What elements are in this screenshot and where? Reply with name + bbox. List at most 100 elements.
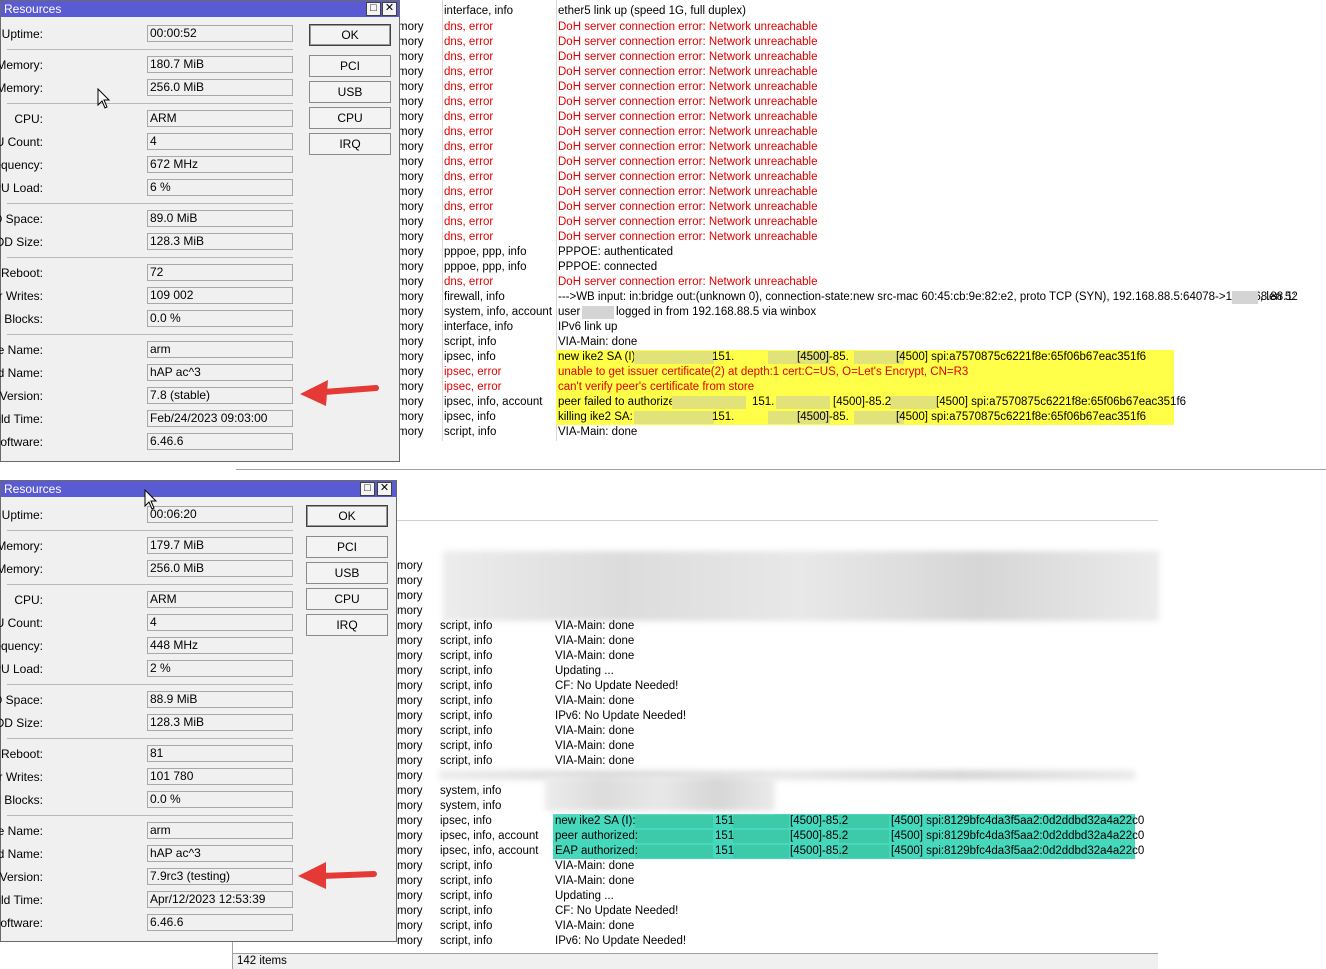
section-divider xyxy=(7,257,293,258)
resource-field-row: CPU: ARM xyxy=(1,591,301,609)
field-label: CPU Load: xyxy=(0,181,43,195)
log-message: Updating ... xyxy=(555,665,614,677)
log-topic: dns, error xyxy=(444,51,494,63)
log-message: DoH server connection error: Network unr… xyxy=(558,51,818,63)
field-value[interactable]: 4 xyxy=(147,614,293,631)
maximize-icon[interactable]: □ xyxy=(366,2,381,16)
field-value[interactable]: 6.46.6 xyxy=(147,914,293,931)
field-value[interactable]: 6 % xyxy=(147,179,293,196)
field-value[interactable]: 81 xyxy=(147,745,293,762)
field-value[interactable]: ARM xyxy=(147,110,293,127)
log-message-part: 151 xyxy=(715,815,735,827)
log-message-part: logged in from 192.168.88.5 via winbox xyxy=(616,306,817,318)
field-value[interactable]: 7.8 (stable) xyxy=(147,387,293,404)
log-source: mory xyxy=(397,755,423,767)
field-value[interactable]: 4 xyxy=(147,133,293,150)
field-value[interactable]: hAP ac^3 xyxy=(147,364,293,381)
field-value[interactable]: 101 780 xyxy=(147,768,293,785)
mouse-cursor-icon xyxy=(144,489,158,510)
log-message: peer failed to authorize: xyxy=(558,396,679,408)
field-value[interactable]: 448 MHz xyxy=(147,637,293,654)
field-label: Free HDD Space: xyxy=(0,212,43,226)
redacted-text xyxy=(634,411,714,424)
log-topic: script, info xyxy=(440,875,493,887)
field-label: CPU Count: xyxy=(0,135,43,149)
field-value[interactable]: 256.0 MiB xyxy=(147,79,293,96)
log-topic: firewall, info xyxy=(444,291,505,303)
field-value[interactable]: 672 MHz xyxy=(147,156,293,173)
resource-field-row: Sector Writes Since Reboot: 81 xyxy=(0,745,301,763)
field-value[interactable]: 89.0 MiB xyxy=(147,210,293,227)
field-value[interactable]: arm xyxy=(147,341,293,358)
log-topic: ipsec, info, account xyxy=(440,830,539,842)
field-value[interactable]: 256.0 MiB xyxy=(147,560,293,577)
field-value[interactable]: ARM xyxy=(147,591,293,608)
resource-field-row: CPU Frequency: 672 MHz xyxy=(0,156,301,174)
log-source: mory xyxy=(398,96,424,108)
field-value[interactable]: 88.9 MiB xyxy=(147,691,293,708)
resource-field-row: CPU Count: 4 xyxy=(0,133,301,151)
ok-button[interactable]: OK xyxy=(306,505,388,527)
log-source: mory xyxy=(398,126,424,138)
field-value[interactable]: 00:00:52 xyxy=(147,25,293,42)
resource-field-row: Uptime: 00:00:52 xyxy=(1,25,301,43)
resource-field-row: Board Name: hAP ac^3 xyxy=(0,364,301,382)
section-divider xyxy=(7,203,293,204)
field-value[interactable]: 00:06:20 xyxy=(147,506,293,523)
field-value[interactable]: 72 xyxy=(147,264,293,281)
field-value[interactable]: 109 002 xyxy=(147,287,293,304)
log-message-part: [4500] spi:8129bfc4da3f5aa2:0d2ddbd32a4a… xyxy=(891,815,1145,827)
cpu-button[interactable]: CPU xyxy=(306,588,388,610)
log-message: EAP authorized: xyxy=(555,845,638,857)
log-source: mory xyxy=(398,261,424,273)
close-icon[interactable]: ✕ xyxy=(382,2,397,16)
items-count: 142 items xyxy=(237,955,287,967)
field-label: CPU Frequency: xyxy=(0,639,43,653)
log-message-part: 151 xyxy=(715,830,735,842)
resource-field-row: Free Memory: 180.7 MiB xyxy=(0,56,301,74)
log-message-part: 151. xyxy=(752,396,775,408)
usb-button[interactable]: USB xyxy=(306,562,388,584)
field-value[interactable]: arm xyxy=(147,822,293,839)
field-value[interactable]: Apr/12/2023 12:53:39 xyxy=(147,891,293,908)
log-topic: script, info xyxy=(440,890,493,902)
field-value[interactable]: 179.7 MiB xyxy=(147,537,293,554)
usb-button[interactable]: USB xyxy=(309,81,391,103)
log-source: mory xyxy=(398,66,424,78)
field-value[interactable]: 128.3 MiB xyxy=(147,714,293,731)
field-value[interactable]: 7.9rc3 (testing) xyxy=(147,868,293,885)
resource-field-row: CPU Load: 2 % xyxy=(0,660,301,678)
log-message: DoH server connection error: Network unr… xyxy=(558,171,818,183)
red-arrow-icon xyxy=(298,862,377,889)
close-icon[interactable]: ✕ xyxy=(377,482,392,496)
field-value[interactable]: 128.3 MiB xyxy=(147,233,293,250)
window-title-bar[interactable]: Resources □ ✕ xyxy=(1,1,399,17)
cpu-button[interactable]: CPU xyxy=(309,107,391,129)
log-topic: script, info xyxy=(440,650,493,662)
window-title-bar[interactable]: Resources □ ✕ xyxy=(1,481,396,497)
resource-field-row: Architecture Name: arm xyxy=(0,822,301,840)
resource-field-row: Version: 7.8 (stable) xyxy=(0,387,301,405)
pci-button[interactable]: PCI xyxy=(309,55,391,77)
field-value[interactable]: 0.0 % xyxy=(147,310,293,327)
log-source: mory xyxy=(398,216,424,228)
irq-button[interactable]: IRQ xyxy=(309,133,391,155)
ok-button[interactable]: OK xyxy=(309,24,391,46)
resource-field-row: CPU: ARM xyxy=(1,110,301,128)
pci-button[interactable]: PCI xyxy=(306,536,388,558)
field-value[interactable]: 6.46.6 xyxy=(147,433,293,450)
field-value[interactable]: hAP ac^3 xyxy=(147,845,293,862)
log-source: mory xyxy=(398,51,424,63)
irq-button[interactable]: IRQ xyxy=(306,614,388,636)
maximize-icon[interactable]: □ xyxy=(360,482,375,496)
log-source: mory xyxy=(397,935,423,947)
field-value[interactable]: 180.7 MiB xyxy=(147,56,293,73)
resource-field-row: Architecture Name: arm xyxy=(0,341,301,359)
log-source: mory xyxy=(398,396,424,408)
field-value[interactable]: Feb/24/2023 09:03:00 xyxy=(147,410,293,427)
field-value[interactable]: 2 % xyxy=(147,660,293,677)
log-source: mory xyxy=(397,590,423,602)
field-value[interactable]: 0.0 % xyxy=(147,791,293,808)
field-label: CPU Count: xyxy=(0,616,43,630)
window-title: Resources xyxy=(4,482,62,496)
